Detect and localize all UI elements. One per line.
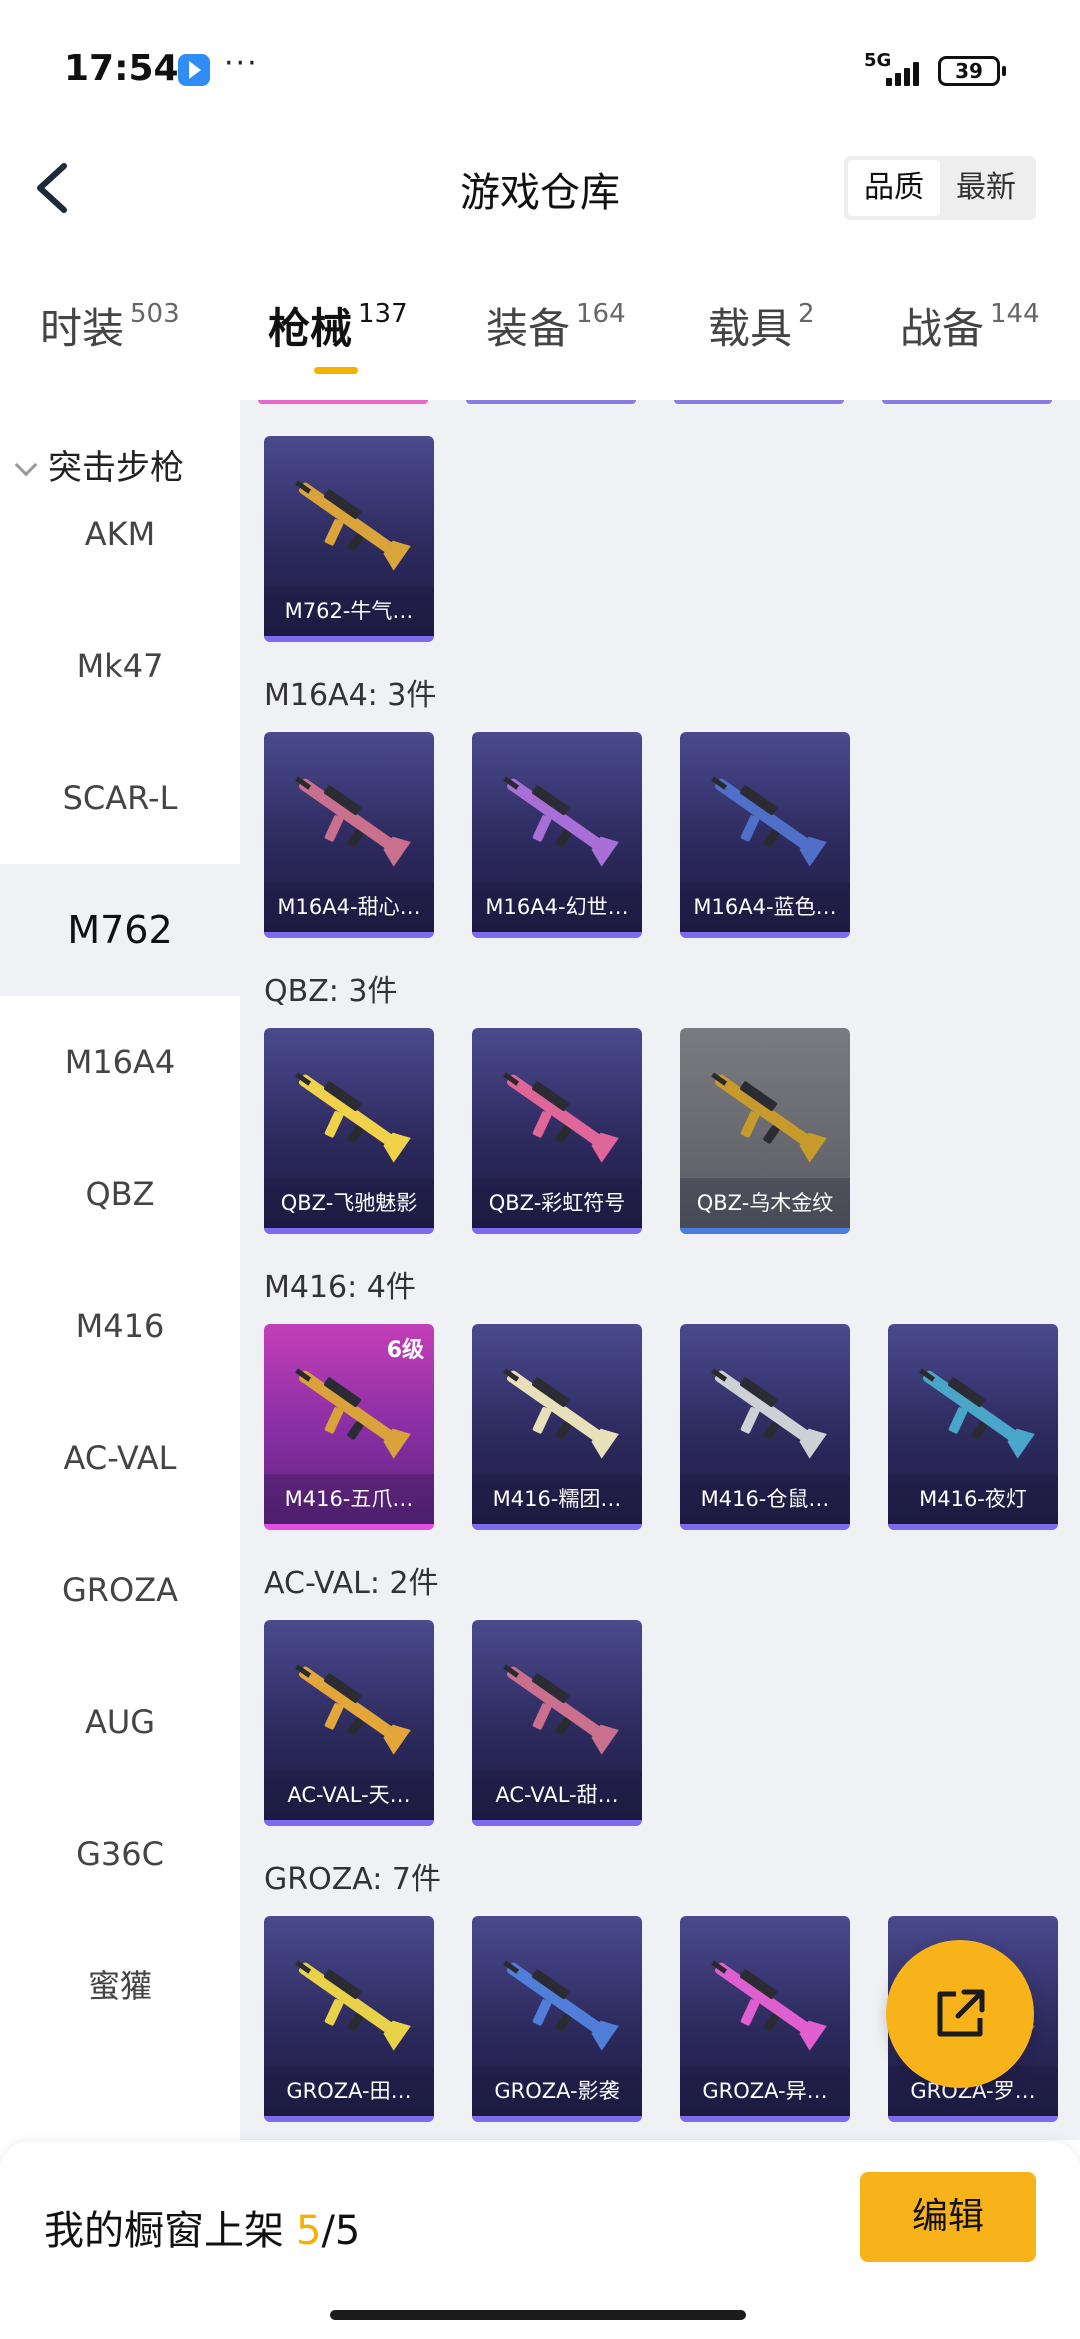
sidebar-item[interactable]: GROZA (0, 1524, 240, 1656)
sidebar-item[interactable]: QBZ (0, 1128, 240, 1260)
weapon-skin-image (295, 1664, 411, 1755)
active-tab-indicator (314, 367, 358, 374)
group-title: AC-VAL: 2件 (264, 1566, 439, 1601)
weapon-card[interactable]: M16A4-甜心… (264, 732, 434, 938)
sidebar-item[interactable]: G36C (0, 1788, 240, 1920)
weapon-card[interactable]: M416-夜灯 (888, 1324, 1058, 1530)
weapon-card-name: M762-牛气… (264, 586, 434, 636)
sidebar-item[interactable]: SCAR-L (0, 732, 240, 864)
weapon-card-name: QBZ-彩虹符号 (472, 1178, 642, 1228)
weapon-card[interactable]: M416-糯团… (472, 1324, 642, 1530)
weapon-card[interactable]: M416-仓鼠… (680, 1324, 850, 1530)
weapon-card[interactable]: QBZ-彩虹符号 (472, 1028, 642, 1234)
weapon-card-name: QBZ-乌木金纹 (680, 1178, 850, 1228)
weapon-skin-image (295, 776, 411, 867)
sort-option-quality[interactable]: 品质 (848, 160, 940, 216)
weapon-card-name: GROZA-异… (680, 2066, 850, 2116)
battery-icon: 39 (938, 56, 1006, 86)
status-bar: 17:54 ··· 5G 39 (0, 0, 1080, 140)
bottom-bar: 我的橱窗上架 5/5 编辑 (0, 2142, 1080, 2339)
weapon-card-name: M416-五爪… (264, 1474, 434, 1524)
weapon-card[interactable]: GROZA-田… (264, 1916, 434, 2122)
weapon-card[interactable]: M16A4-蓝色… (680, 732, 850, 938)
weapon-card-name: AC-VAL-天… (264, 1770, 434, 1820)
category-tabs: 时装 503 枪械 137 装备 164 载具 2 战备 144 (0, 295, 1080, 395)
weapon-card[interactable]: 6级 M416-五爪… (264, 1324, 434, 1530)
weapon-skin-image (503, 1368, 619, 1459)
home-indicator[interactable] (330, 2310, 746, 2320)
weapon-card[interactable]: QBZ-乌木金纹 (680, 1028, 850, 1234)
weapon-skin-image (503, 1664, 619, 1755)
weapon-card[interactable]: GROZA-影袭 (472, 1916, 642, 2122)
more-notifications-icon: ··· (224, 46, 259, 81)
sidebar-item[interactable]: AC-VAL (0, 1392, 240, 1524)
weapon-card[interactable]: AC-VAL-甜… (472, 1620, 642, 1826)
sidebar-item[interactable]: M16A4 (0, 996, 240, 1128)
group-title: GROZA: 7件 (264, 1862, 441, 1897)
weapon-card[interactable]: QBZ-飞驰魅影 (264, 1028, 434, 1234)
weapon-skin-image (711, 1368, 827, 1459)
tab-vehicles[interactable]: 载具 2 (708, 295, 815, 356)
weapon-skin-image (503, 1072, 619, 1163)
weapon-card[interactable]: GROZA-异… (680, 1916, 850, 2122)
sidebar-item[interactable]: AKM (0, 468, 240, 600)
group-title: M16A4: 3件 (264, 678, 437, 713)
weapon-card-name: AC-VAL-甜… (472, 1770, 642, 1820)
sort-option-newest[interactable]: 最新 (940, 160, 1032, 216)
tab-fashion[interactable]: 时装 503 (40, 295, 180, 356)
edit-button[interactable]: 编辑 (860, 2172, 1036, 2262)
scrolled-card-edge (466, 400, 636, 404)
tab-firearms[interactable]: 枪械 137 (268, 295, 408, 356)
weapon-card-name: M16A4-蓝色… (680, 882, 850, 932)
status-time: 17:54 (64, 48, 179, 89)
group-title: M416: 4件 (264, 1270, 416, 1305)
weapon-skin-image (295, 1960, 411, 2051)
weapon-skin-image (503, 1960, 619, 2051)
weapon-skin-image (503, 776, 619, 867)
scrolled-card-edge (882, 400, 1052, 404)
weapon-skin-image (295, 480, 411, 571)
sort-toggle: 品质 最新 (844, 156, 1036, 220)
weapon-skin-image (711, 1960, 827, 2051)
share-button[interactable] (886, 1940, 1034, 2088)
weapon-card-name: M416-夜灯 (888, 1474, 1058, 1524)
showcase-total: /5 (321, 2208, 361, 2254)
weapon-card-name: M416-糯团… (472, 1474, 642, 1524)
scrolled-card-edge (258, 400, 428, 404)
sidebar-item[interactable]: M762 (0, 864, 240, 996)
weapon-skin-image (295, 1072, 411, 1163)
showcase-status: 我的橱窗上架 5/5 (44, 2208, 361, 2254)
group-title: QBZ: 3件 (264, 974, 398, 1009)
weapon-card-name: GROZA-影袭 (472, 2066, 642, 2116)
sidebar-item[interactable]: AUG (0, 1656, 240, 1788)
notification-app-icon (178, 54, 210, 86)
weapon-card-name: QBZ-飞驰魅影 (264, 1178, 434, 1228)
weapon-card-name: M16A4-幻世… (472, 882, 642, 932)
weapon-skin-image (919, 1368, 1035, 1459)
weapon-card-name: M416-仓鼠… (680, 1474, 850, 1524)
weapon-skin-image (711, 1072, 827, 1163)
sidebar-item[interactable]: 蜜獾 (0, 1920, 240, 2052)
share-icon (937, 1989, 985, 2037)
weapon-card-name: M16A4-甜心… (264, 882, 434, 932)
weapon-type-sidebar: 突击步枪 AKM Mk47 SCAR-L M762 M16A4 QBZ M416 AC-VAL… (0, 400, 240, 2140)
weapon-skin-image (711, 776, 827, 867)
weapon-skin-image (295, 1368, 411, 1459)
level-badge: 6级 (386, 1338, 424, 1363)
weapon-card[interactable]: M762-牛气… (264, 436, 434, 642)
weapon-card[interactable]: M16A4-幻世… (472, 732, 642, 938)
showcase-count: 5 (296, 2208, 322, 2254)
tab-equipment[interactable]: 装备 164 (486, 295, 626, 356)
tab-combat-supplies[interactable]: 战备 144 (900, 295, 1040, 356)
scrolled-card-edge (674, 400, 844, 404)
weapon-grid: M762-牛气… M16A4: 3件 M16A4-甜心… M16A4-幻世… M16A4… (240, 400, 1080, 2140)
weapon-card-name: GROZA-田… (264, 2066, 434, 2116)
sidebar-item[interactable]: M416 (0, 1260, 240, 1392)
signal-icon (882, 58, 926, 86)
sidebar-item[interactable]: Mk47 (0, 600, 240, 732)
weapon-card[interactable]: AC-VAL-天… (264, 1620, 434, 1826)
